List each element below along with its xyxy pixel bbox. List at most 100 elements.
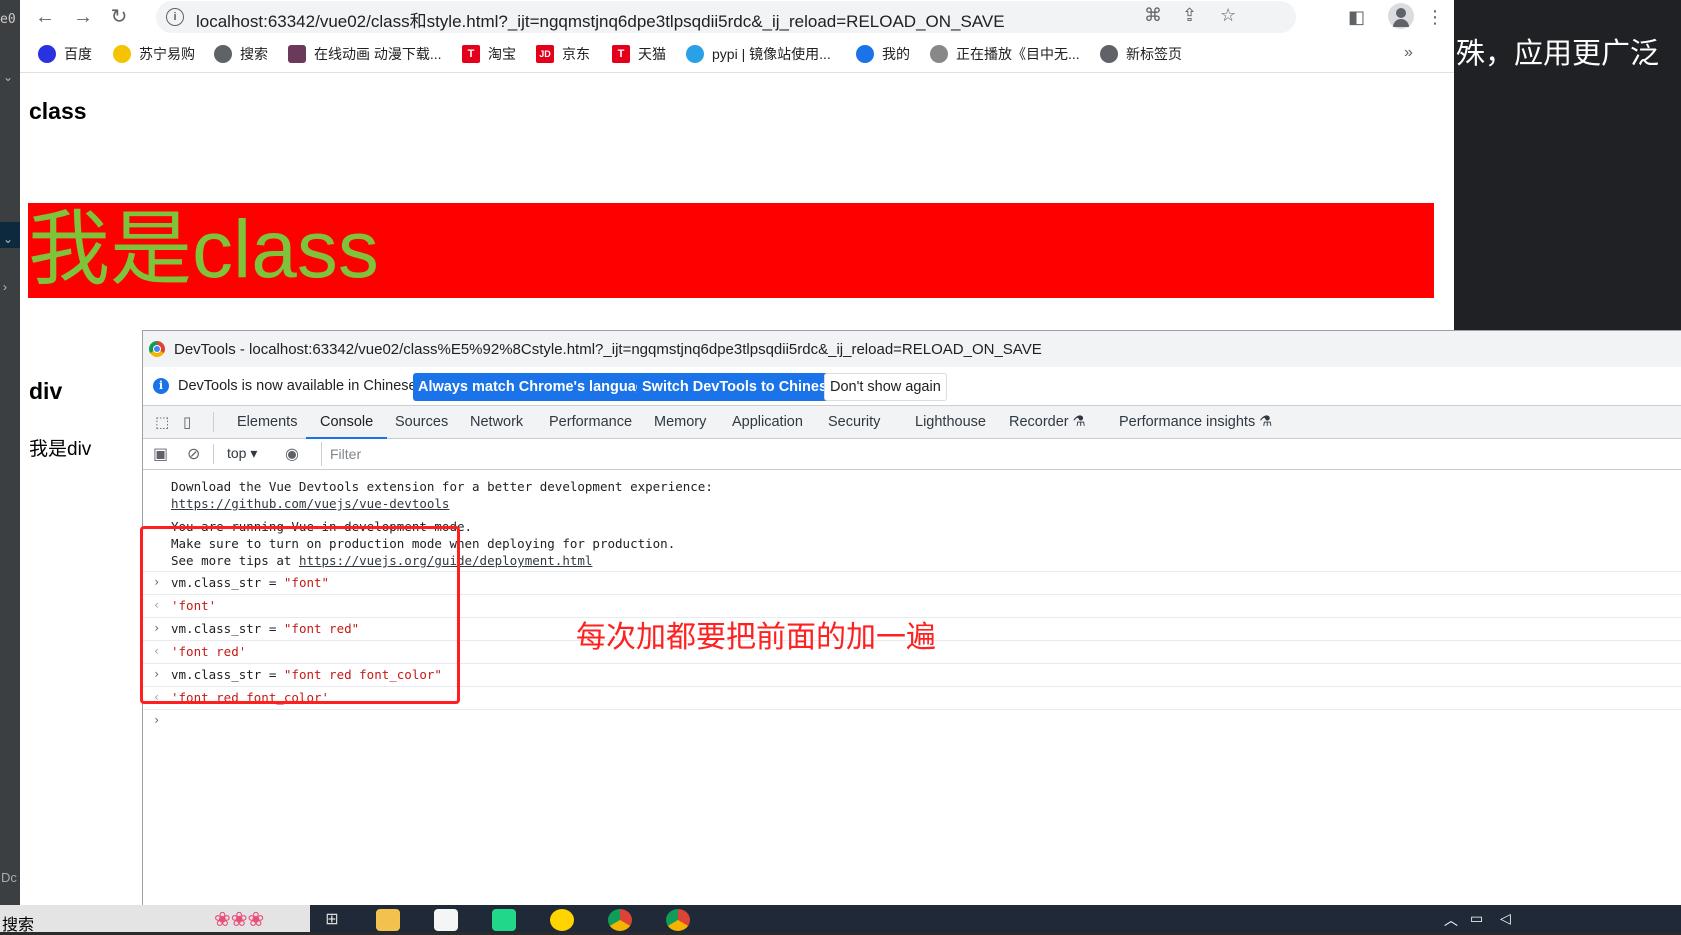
switch-devtools-chinese-button[interactable]: Switch DevTools to Chinese [637, 373, 841, 401]
tab-lighthouse[interactable]: Lighthouse [915, 406, 986, 438]
bookmark-item[interactable]: 正在播放《目中无... [930, 44, 1080, 64]
tab-memory[interactable]: Memory [654, 406, 706, 438]
pycharm-icon[interactable] [492, 909, 516, 931]
console-filter-input[interactable]: Filter [321, 442, 1681, 466]
bookmark-item[interactable]: 百度 [38, 44, 92, 64]
forward-arrow-icon[interactable]: → [70, 4, 96, 30]
tab-sources[interactable]: Sources [395, 406, 448, 438]
bookmark-item[interactable]: T 淘宝 [462, 44, 516, 64]
live-expression-eye-icon[interactable]: ◉ [285, 444, 299, 464]
vue-devtools-link[interactable]: https://github.com/vuejs/vue-devtools [171, 496, 449, 511]
background-window-text: 殊，应用更广泛 [1456, 38, 1660, 70]
tab-performance[interactable]: Performance [549, 406, 632, 438]
divider [213, 412, 214, 432]
bookmark-item[interactable]: 搜索 [214, 44, 268, 64]
tab-performance-insights[interactable]: Performance insights ⚗ [1119, 406, 1272, 438]
tray-volume-icon[interactable]: ◁ [1500, 910, 1511, 927]
chevron-right-icon[interactable]: › [3, 280, 7, 294]
tab-security[interactable]: Security [828, 406, 880, 438]
share-icon[interactable]: ⇪ [1182, 5, 1197, 26]
bookmark-item[interactable]: T 天猫 [612, 44, 666, 64]
devtools-titlebar[interactable]: DevTools - localhost:63342/vue02/class%E… [143, 331, 1681, 367]
ide-bottom-label: Dc [1, 870, 17, 885]
profile-avatar-icon[interactable] [1388, 3, 1414, 29]
device-toolbar-icon[interactable]: ▯ [183, 413, 191, 431]
clear-console-icon[interactable]: ⊘ [187, 444, 200, 464]
tab-console[interactable]: Console [305, 406, 388, 439]
side-panel-icon[interactable]: ◧ [1348, 4, 1365, 30]
red-class-box: 我是class [28, 203, 1434, 298]
back-arrow-icon[interactable]: ← [32, 4, 58, 30]
taskbar-apps: ⊞ ︿ ▭ ◁ [310, 905, 1681, 932]
page-heading-div: div [29, 378, 63, 404]
dont-show-again-button[interactable]: Don't show again [824, 373, 947, 401]
context-selector[interactable]: top ▾ [227, 445, 257, 462]
console-prompt-line[interactable]: › [143, 709, 1681, 733]
jd-icon: JD [536, 45, 554, 63]
bookmark-item[interactable]: 在线动画 动漫下载... [288, 44, 442, 64]
flask-icon: ⚗ [1259, 414, 1273, 430]
inspect-element-icon[interactable]: ⬚ [155, 413, 169, 431]
infobar-message: DevTools is now available in Chinese! [178, 378, 421, 394]
annotation-highlight-box [140, 526, 460, 704]
divider [213, 444, 214, 464]
browser-toolbar: ← → ↻ i localhost:63342/vue02/class和styl… [20, 0, 1454, 34]
reload-icon[interactable]: ↻ [106, 4, 132, 30]
devtools-title: DevTools - localhost:63342/vue02/class%E… [174, 341, 1042, 358]
swirl-icon [856, 45, 874, 63]
chrome-icon[interactable] [666, 909, 690, 931]
film-reel-icon [930, 45, 948, 63]
chevron-right-icon: › [153, 713, 161, 727]
bookmarks-overflow-icon[interactable]: » [1404, 44, 1413, 62]
bookmark-item[interactable]: 苏宁易购 [113, 44, 195, 64]
tray-chevron-up-icon[interactable]: ︿ [1444, 910, 1458, 930]
task-view-icon[interactable]: ⊞ [320, 909, 344, 931]
console-message: Download the Vue Devtools extension for … [171, 479, 713, 511]
tab-elements[interactable]: Elements [237, 406, 297, 438]
file-explorer-icon[interactable] [376, 909, 400, 931]
bookmark-item[interactable]: 我的 [856, 44, 910, 64]
bookmark-item[interactable]: JD 京东 [536, 44, 590, 64]
chrome-logo-icon [149, 341, 165, 357]
devtools-infobar: i DevTools is now available in Chinese! … [143, 367, 1681, 406]
globe-icon [1100, 45, 1118, 63]
always-match-language-button[interactable]: Always match Chrome's language [413, 373, 658, 401]
devtools-tab-bar: ⬚ ▯ Elements Console Sources Network Per… [143, 406, 1681, 439]
taskbar-search[interactable]: 搜索 [2, 911, 34, 935]
annotation-text: 每次加都要把前面的加一遍 [576, 620, 936, 655]
tmall-t-icon: T [462, 45, 480, 63]
tab-application[interactable]: Application [732, 406, 803, 438]
taskbar: 搜索 ❀❀❀ ⊞ ︿ ▭ ◁ [0, 905, 1681, 935]
bookmark-item[interactable]: pypi | 镜像站使用... [686, 44, 831, 64]
tab-network[interactable]: Network [470, 406, 523, 438]
suning-icon [113, 45, 131, 63]
chrome-icon[interactable] [608, 909, 632, 931]
anime-avatar-icon [288, 45, 306, 63]
chevron-down-icon[interactable]: ⌄ [3, 70, 13, 84]
flask-icon: ⚗ [1072, 414, 1086, 430]
translate-icon[interactable]: ⌘ [1144, 5, 1162, 26]
site-info-icon[interactable]: i [166, 8, 184, 26]
chevron-down-icon[interactable]: ⌄ [3, 232, 13, 246]
address-url[interactable]: localhost:63342/vue02/class和style.html?_… [196, 7, 1005, 32]
tmall-t-icon: T [612, 45, 630, 63]
page-heading-class: class [29, 98, 87, 124]
filter-placeholder: Filter [330, 446, 362, 462]
bookmarks-bar: 百度 苏宁易购 搜索 在线动画 动漫下载... T 淘宝 JD 京东 T 天猫 pyp… [20, 36, 1454, 73]
bookmark-star-icon[interactable]: ☆ [1220, 5, 1236, 26]
app-icon[interactable] [550, 909, 574, 931]
ide-side-strip: e0 ⌄ ⌄ › Dc [0, 0, 20, 905]
ide-tab-label[interactable]: e0 [0, 12, 20, 27]
menu-kebab-icon[interactable]: ⋮ [1426, 4, 1444, 30]
page-div-text: 我是div [29, 439, 92, 460]
globe-icon [214, 45, 232, 63]
address-bar[interactable]: i localhost:63342/vue02/class和style.html… [156, 1, 1296, 33]
console-toolbar: ▣ ⊘ top ▾ ◉ Filter [143, 439, 1681, 470]
red-box-text: 我是class [28, 204, 379, 295]
tab-recorder[interactable]: Recorder ⚗ [1009, 406, 1086, 438]
bookmark-item[interactable]: 新标签页 [1100, 44, 1182, 64]
tray-display-icon[interactable]: ▭ [1470, 910, 1483, 927]
sidebar-toggle-icon[interactable]: ▣ [153, 444, 168, 464]
info-icon: i [153, 378, 169, 394]
typora-icon[interactable] [434, 909, 458, 931]
